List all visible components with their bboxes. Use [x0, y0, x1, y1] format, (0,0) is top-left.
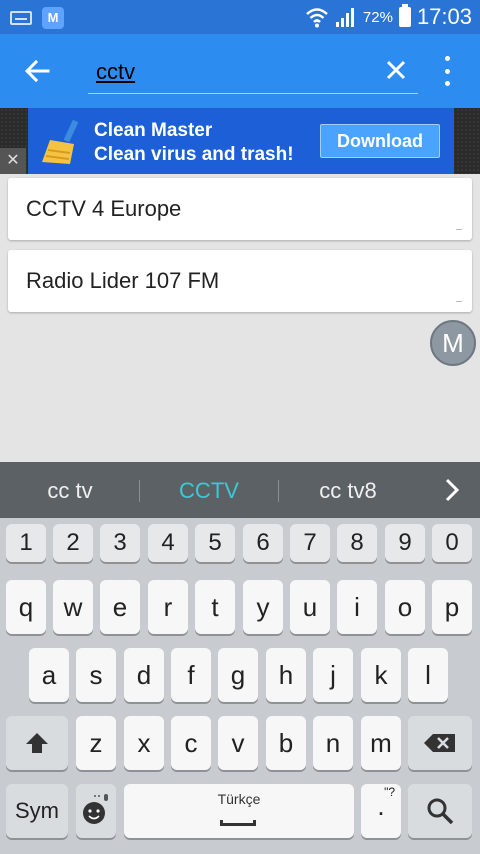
divider — [456, 229, 462, 230]
key-v[interactable]: v — [218, 716, 258, 770]
keyboard-notification-icon — [10, 11, 32, 25]
ad-close-button[interactable]: ✕ — [0, 148, 26, 174]
space-bar-icon — [220, 820, 256, 826]
battery-icon — [398, 4, 411, 27]
suggestion-item[interactable]: cc tv — [20, 478, 120, 504]
suggestion-item[interactable]: cc tv8 — [298, 478, 398, 504]
result-item[interactable]: Radio Lider 107 FM — [8, 250, 472, 312]
wifi-icon — [306, 8, 328, 28]
key-k[interactable]: k — [361, 648, 401, 702]
back-arrow-icon[interactable] — [20, 54, 54, 88]
divider — [139, 480, 140, 502]
suggestion-item-selected[interactable]: CCTV — [159, 478, 259, 504]
key-d[interactable]: d — [124, 648, 164, 702]
status-bar: M 72% 17:03 — [0, 0, 480, 34]
key-r[interactable]: r — [148, 580, 188, 634]
search-key[interactable] — [408, 784, 472, 838]
key-q[interactable]: q — [6, 580, 46, 634]
period-key-hint: "? — [384, 785, 395, 799]
ad-subtitle: Clean virus and trash! — [94, 144, 294, 165]
key-1[interactable]: 1 — [6, 524, 46, 562]
result-title: CCTV 4 Europe — [26, 196, 182, 221]
key-b[interactable]: b — [266, 716, 306, 770]
key-j[interactable]: j — [313, 648, 353, 702]
more-options-icon[interactable] — [440, 56, 454, 86]
clear-search-icon[interactable] — [384, 58, 408, 82]
ad-title: Clean Master — [94, 120, 213, 141]
app-notification-icon: M — [42, 7, 64, 29]
signal-icon — [335, 8, 354, 27]
broom-icon — [42, 119, 79, 164]
key-x[interactable]: x — [124, 716, 164, 770]
clock: 17:03 — [416, 4, 472, 29]
key-5[interactable]: 5 — [195, 524, 235, 562]
key-e[interactable]: e — [100, 580, 140, 634]
key-c[interactable]: c — [171, 716, 211, 770]
chevron-right-icon[interactable] — [440, 476, 464, 504]
backspace-key[interactable] — [408, 716, 472, 770]
key-0[interactable]: 0 — [432, 524, 472, 562]
ad-banner[interactable]: Clean Master Clean virus and trash! Down… — [0, 108, 480, 174]
key-w[interactable]: w — [53, 580, 93, 634]
sym-key[interactable]: Sym — [6, 784, 68, 838]
key-y[interactable]: y — [243, 580, 283, 634]
keyboard: 1 2 3 4 5 6 7 8 9 0 q w e r t y u i o p … — [0, 518, 480, 854]
floating-m-button[interactable]: M — [430, 320, 476, 366]
suggestion-bar: cc tv CCTV cc tv8 — [0, 462, 480, 518]
key-3[interactable]: 3 — [100, 524, 140, 562]
key-2[interactable]: 2 — [53, 524, 93, 562]
key-4[interactable]: 4 — [148, 524, 188, 562]
emoji-icon — [83, 794, 108, 824]
ad-content[interactable]: Clean Master Clean virus and trash! Down… — [28, 108, 454, 174]
key-g[interactable]: g — [218, 648, 258, 702]
search-toolbar — [0, 34, 480, 108]
key-9[interactable]: 9 — [385, 524, 425, 562]
ad-download-button[interactable]: Download — [320, 124, 440, 158]
key-s[interactable]: s — [76, 648, 116, 702]
key-t[interactable]: t — [195, 580, 235, 634]
period-key[interactable]: "? . — [361, 784, 401, 838]
battery-percent: 72% — [362, 8, 393, 26]
key-z[interactable]: z — [76, 716, 116, 770]
key-o[interactable]: o — [385, 580, 425, 634]
key-n[interactable]: n — [313, 716, 353, 770]
key-l[interactable]: l — [408, 648, 448, 702]
search-icon — [427, 798, 454, 825]
backspace-icon — [424, 734, 455, 752]
key-8[interactable]: 8 — [337, 524, 377, 562]
key-6[interactable]: 6 — [243, 524, 283, 562]
key-a[interactable]: a — [29, 648, 69, 702]
divider — [456, 301, 462, 302]
emoji-key[interactable] — [76, 784, 116, 838]
space-language-label: Türkçe — [217, 791, 261, 807]
key-7[interactable]: 7 — [290, 524, 330, 562]
key-u[interactable]: u — [290, 580, 330, 634]
result-title: Radio Lider 107 FM — [26, 268, 220, 293]
key-m[interactable]: m — [361, 716, 401, 770]
search-input[interactable] — [96, 56, 356, 88]
key-i[interactable]: i — [337, 580, 377, 634]
key-p[interactable]: p — [432, 580, 472, 634]
key-h[interactable]: h — [266, 648, 306, 702]
result-item[interactable]: CCTV 4 Europe — [8, 178, 472, 240]
shift-key[interactable] — [6, 716, 68, 770]
space-key[interactable]: Türkçe — [124, 784, 354, 838]
divider — [278, 480, 279, 502]
shift-icon — [26, 733, 48, 753]
key-f[interactable]: f — [171, 648, 211, 702]
search-field — [88, 52, 418, 94]
